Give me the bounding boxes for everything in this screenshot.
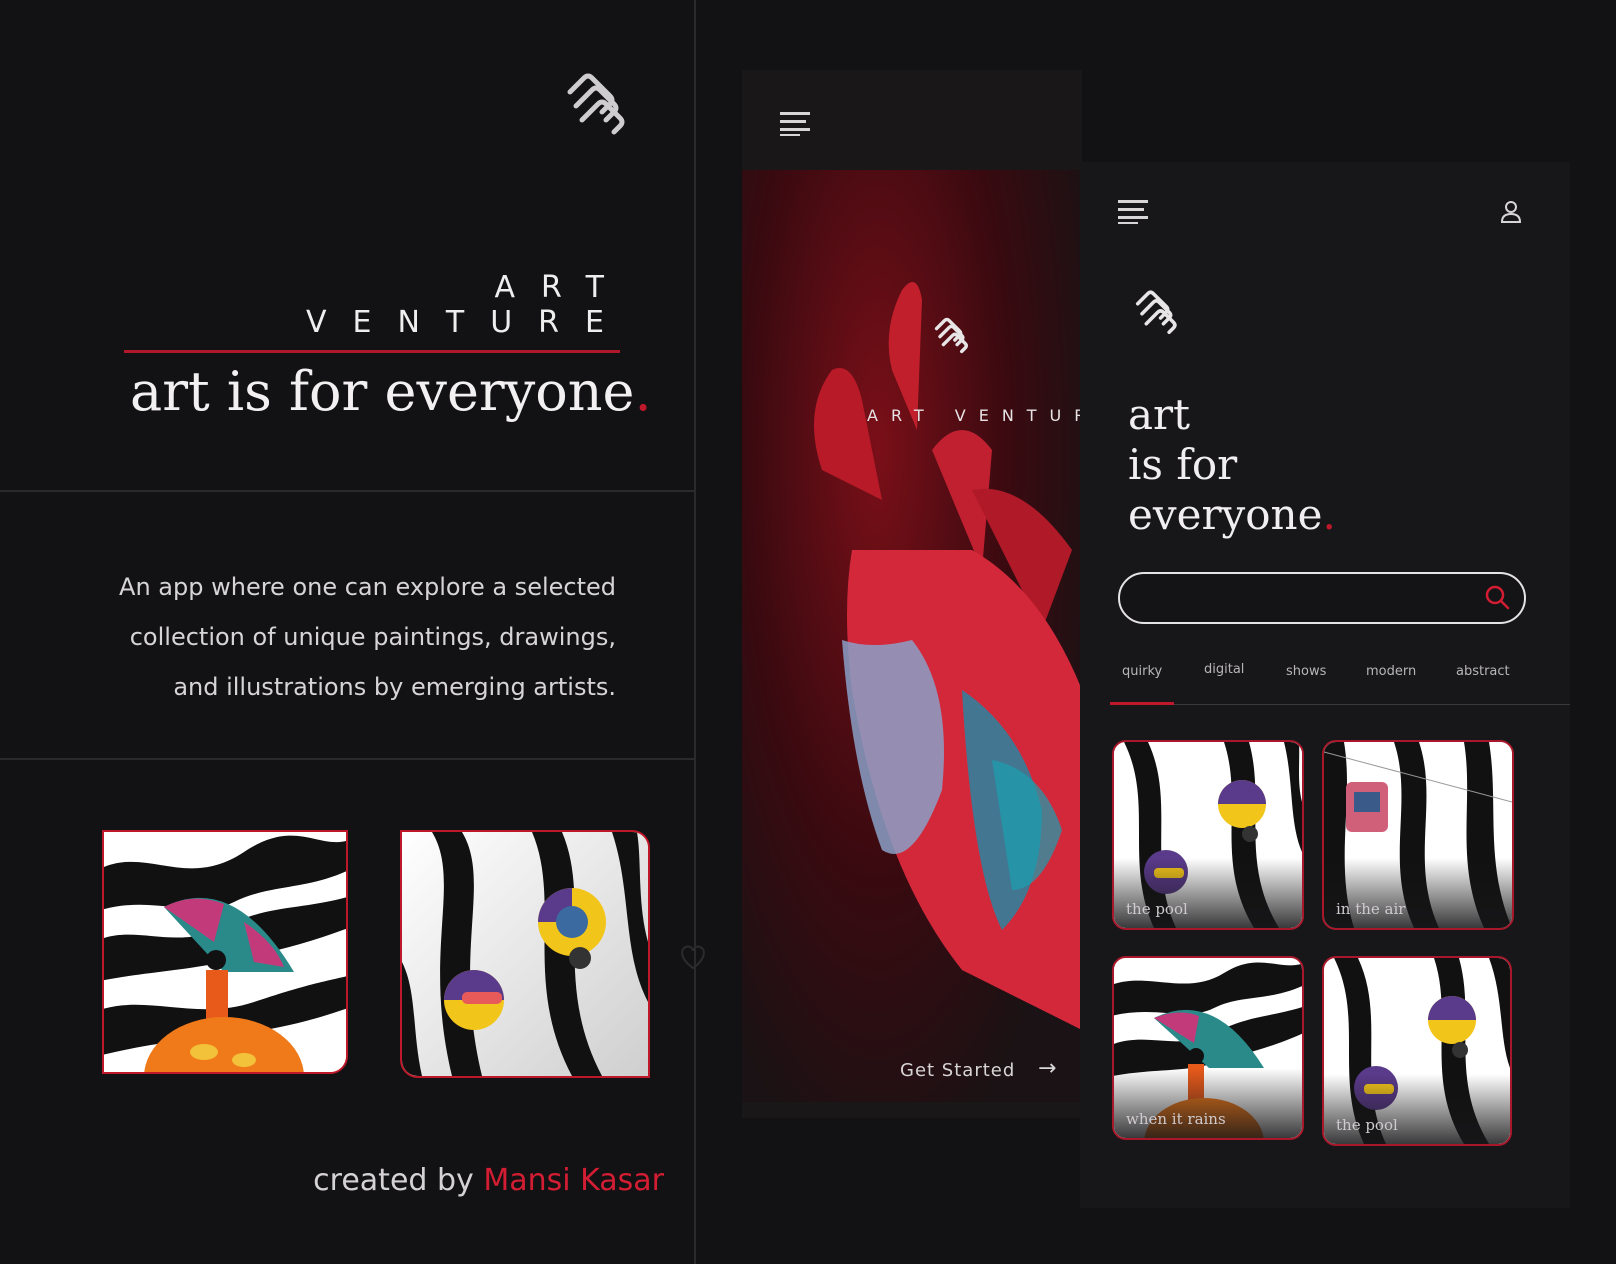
gallery-card[interactable]: in the air (1322, 740, 1514, 930)
tab-quirky[interactable]: quirky (1122, 664, 1162, 679)
phone-home-screen: art is for everyone. quirky digital show… (1080, 162, 1570, 1208)
artwork-card-pool[interactable] (400, 830, 650, 1078)
heart-icon[interactable] (678, 943, 708, 975)
accent-rule (124, 350, 620, 353)
gallery-card[interactable]: when it rains (1112, 956, 1304, 1140)
description-line: and illustrations by emerging artists. (173, 673, 616, 701)
tab-shows[interactable]: shows (1286, 664, 1326, 679)
tab-abstract[interactable]: abstract (1456, 664, 1510, 679)
painted-hand-image (814, 282, 1082, 1030)
credit: created by Mansi Kasar (300, 1163, 664, 1198)
splash-logo-icon (932, 316, 972, 360)
credit-name: Mansi Kasar (483, 1163, 664, 1198)
hamburger-menu-icon[interactable] (780, 110, 810, 140)
title-line: everyone (1128, 490, 1323, 539)
gallery-caption: the pool (1126, 900, 1188, 918)
hamburger-menu-icon[interactable] (1118, 198, 1148, 228)
pool-floaters-illustration (402, 832, 648, 1076)
splash-brand: ART VENTUR (867, 406, 1082, 425)
active-tab-indicator (1110, 702, 1174, 705)
tagline: art is for everyone. (130, 360, 652, 423)
tagline-dot: . (634, 360, 652, 423)
app-description: An app where one can explore a selected … (60, 562, 616, 712)
title-line: art (1128, 390, 1190, 439)
tab-digital[interactable]: digital (1204, 662, 1244, 677)
gallery-caption: when it rains (1126, 1110, 1226, 1128)
phone-splash-screen: ART VENTUR Get Started → (742, 70, 1082, 1118)
gallery-card[interactable]: the pool (1112, 740, 1304, 930)
tab-modern[interactable]: modern (1366, 664, 1416, 679)
section-divider-top (0, 490, 694, 492)
artwork-card-umbrella[interactable] (102, 830, 348, 1074)
gallery-caption: the pool (1336, 1116, 1398, 1134)
description-line: An app where one can explore a selected (119, 573, 616, 601)
search-input[interactable] (1118, 572, 1526, 624)
search-icon[interactable] (1484, 584, 1510, 614)
title-line-last: everyone. (1128, 490, 1336, 540)
umbrella-girl-illustration (104, 832, 346, 1072)
art-venture-logo-icon (562, 70, 632, 140)
credit-prefix: created by (313, 1163, 474, 1198)
home-title: art is for everyone. (1128, 390, 1336, 540)
user-profile-icon[interactable] (1500, 200, 1522, 228)
gallery-caption: in the air (1336, 900, 1406, 918)
home-logo-icon (1132, 288, 1182, 342)
section-divider-bottom (0, 758, 694, 760)
title-dot: . (1322, 490, 1336, 539)
tagline-text: art is for everyone (130, 360, 635, 423)
gallery-card[interactable]: the pool (1322, 956, 1512, 1146)
tabs-underline (1110, 704, 1570, 705)
description-line: collection of unique paintings, drawings… (129, 623, 616, 651)
title-line: is for (1128, 440, 1238, 489)
brand-name: ART VENTURE (305, 270, 630, 340)
vertical-divider (694, 0, 696, 1264)
arrow-right-icon[interactable]: → (1038, 1056, 1056, 1081)
get-started-button[interactable]: Get Started (900, 1060, 1015, 1081)
